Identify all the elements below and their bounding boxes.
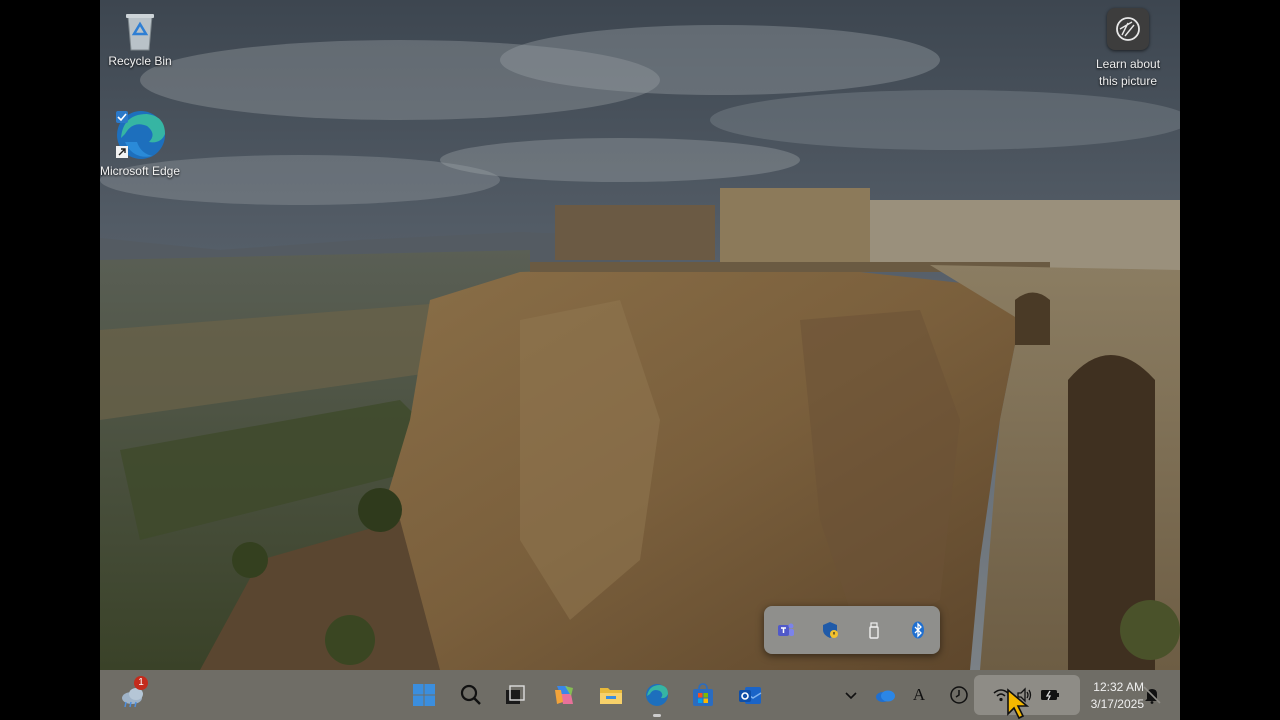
onedrive-icon (876, 690, 895, 702)
microsoft-store-button[interactable] (686, 678, 720, 712)
clock-time: 12:32 AM (1093, 680, 1144, 694)
spotlight-label: Learn about this picture (1095, 57, 1161, 88)
edge-icon (646, 684, 668, 706)
desktop-screen: Recycle Bin Microsoft Edge Learn about t… (100, 0, 1180, 720)
desktop-icon-microsoft-edge[interactable]: Microsoft Edge (100, 108, 182, 179)
tray-app-teams[interactable] (771, 615, 801, 645)
camera-lens-icon (1116, 17, 1140, 41)
battery-charging-icon (1041, 690, 1059, 701)
mouse-cursor-icon (1007, 688, 1030, 720)
tray-app-windows-security[interactable] (815, 615, 845, 645)
spotlight-button-frame (1107, 8, 1149, 50)
input-method-label: A (912, 685, 926, 704)
copilot-icon (555, 686, 573, 704)
recycle-bin-icon (126, 14, 154, 51)
start-icon (413, 684, 435, 706)
edge-icon (116, 111, 165, 159)
onedrive-button[interactable] (873, 683, 897, 707)
teams-icon (778, 623, 794, 636)
widgets-button[interactable]: 1 (116, 676, 150, 712)
search-button[interactable] (454, 678, 488, 712)
microsoft-store-icon (693, 683, 713, 706)
desktop-icon-label: Recycle Bin (108, 54, 172, 68)
taskbar-clock[interactable]: 12:32 AM 3/17/2025 (1072, 679, 1144, 713)
edge-taskbar-button[interactable] (640, 678, 674, 717)
tray-overflow-flyout (764, 606, 940, 654)
widgets-badge: 1 (134, 676, 148, 690)
bluetooth-icon (912, 621, 924, 639)
running-indicator (653, 714, 661, 717)
notification-center-button[interactable] (1140, 683, 1164, 707)
outlook-icon (739, 687, 762, 704)
copilot-button[interactable] (547, 678, 581, 712)
windows-security-icon (823, 622, 838, 638)
notification-bell-icon (1143, 686, 1161, 704)
task-view-icon (506, 685, 525, 704)
desktop-icon-label: Microsoft Edge (100, 164, 181, 178)
file-explorer-icon (600, 688, 622, 704)
clock-app-button[interactable] (947, 683, 971, 707)
tray-app-usb-drive[interactable] (859, 615, 889, 645)
outlook-button[interactable] (733, 678, 767, 712)
show-hidden-icons-button[interactable] (839, 683, 863, 707)
desktop-wallpaper (100, 0, 1180, 670)
file-explorer-button[interactable] (594, 678, 628, 712)
search-icon (460, 684, 481, 705)
learn-about-picture-button[interactable]: Learn about this picture (1090, 8, 1166, 90)
desktop-icon-recycle-bin[interactable]: Recycle Bin (100, 10, 182, 69)
input-method-button[interactable]: A (907, 683, 931, 707)
chevron-up-icon (845, 692, 857, 700)
usb-drive-icon (869, 622, 879, 639)
clock-icon (950, 686, 968, 704)
clock-date: 3/17/2025 (1090, 697, 1144, 711)
start-button[interactable] (407, 678, 441, 712)
task-view-button[interactable] (498, 678, 532, 712)
tray-app-bluetooth[interactable] (903, 615, 933, 645)
